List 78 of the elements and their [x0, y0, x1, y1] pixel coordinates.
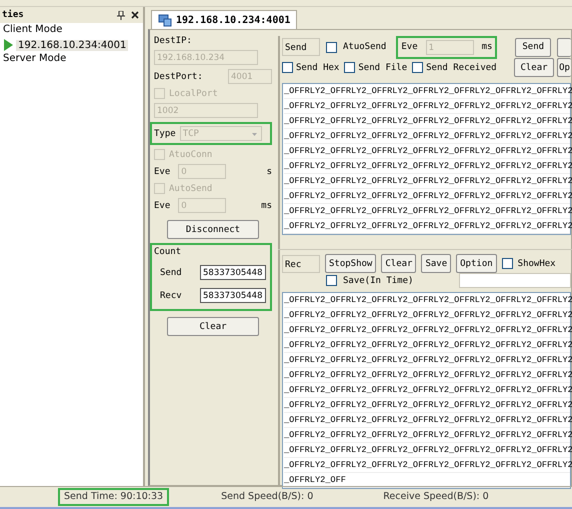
data-line: _OFFRLY2_OFFRLY2_OFFRLY2_OFFRLY2_OFFRLY2_OFFRLY2_OFFRLY2: [284, 458, 570, 473]
data-line: _OFFRLY2_OFFRLY2_OFFRLY2_OFFRLY2_OFFRLY2_OFFRLY2_OFFRLY2: [284, 189, 570, 204]
network-icon: [158, 14, 172, 26]
input-field[interactable]: 58337305448: [200, 265, 266, 280]
status-text: Send Time: 90:10:33: [58, 488, 170, 506]
send-button[interactable]: Send: [515, 38, 551, 56]
data-line: _OFFRLY2_OFFRLY2_OFFRLY2_OFFRLY2_OFFRLY2_OFFRLY2_OFFRLY2: [284, 413, 570, 428]
tree-item[interactable]: 192.168.10.234:4001: [16, 40, 128, 50]
toolbar-button[interactable]: Option: [456, 254, 497, 273]
field-label: Recv: [160, 290, 182, 300]
data-line: _OFFRLY2_OFFRLY2_OFFRLY2_OFFRLY2_OFFRLY2_OFFRLY2_OFFRLY2: [284, 174, 570, 189]
disconnect-button[interactable]: Disconnect: [167, 220, 259, 239]
checkbox-label: AutoSend: [169, 184, 212, 194]
data-line: _OFFRLY2_OFFRLY2_OFFRLY2_OFFRLY2_OFFRLY2_OFFRLY2_OFFRLY2: [284, 293, 570, 308]
open-button[interactable]: Op: [557, 58, 571, 77]
data-line: _OFFRLY2_OFFRLY2_OFFRLY2_OFFRLY2_OFFRLY2_OFFRLY2_OFFRLY2: [284, 114, 570, 129]
connection-tab[interactable]: 192.168.10.234:4001: [151, 10, 298, 29]
checkbox[interactable]: [344, 62, 356, 73]
data-line: _OFFRLY2_OFFRLY2_OFFRLY2_OFFRLY2_OFFRLY2_OFFRLY2_OFFRLY2: [284, 84, 570, 99]
checkbox-label: Send Hex: [296, 62, 340, 72]
close-icon[interactable]: [131, 11, 139, 19]
checkbox-label: AtuoConn: [169, 150, 212, 160]
unit-label: ms: [261, 200, 272, 210]
checkbox-label: ShowHex: [518, 258, 556, 268]
clear-button[interactable]: Clear: [167, 317, 259, 336]
mode-label: Send: [282, 38, 320, 56]
data-line: _OFFRLY2_OFFRLY2_OFFRLY2_OFFRLY2_OFFRLY2_OFFRLY2_OFFRLY2: [284, 219, 570, 234]
data-line: _OFFRLY2_OFFRLY2_OFFRLY2_OFFRLY2_OFFRLY2_OFFRLY2_OFFRLY2: [284, 443, 570, 458]
field-label: Type: [154, 128, 176, 138]
checkbox[interactable]: [282, 62, 293, 73]
toolbar-button[interactable]: Save: [421, 254, 452, 273]
status-text: Receive Speed(B/S): 0: [382, 490, 490, 504]
data-line: _OFFRLY2_OFFRLY2_OFFRLY2_OFFRLY2_OFFRLY2_OFFRLY2_OFFRLY2: [284, 398, 570, 413]
unit-label: s: [266, 166, 272, 176]
data-line: _OFFRLY2_OFFRLY2_OFFRLY2_OFFRLY2_OFFRLY2_OFFRLY2_OFFRLY2: [284, 353, 570, 368]
data-line: _OFFRLY2_OFFRLY2_OFFRLY2_OFFRLY2_OFFRLY2_OFFRLY2_OFFRLY2: [284, 99, 570, 114]
data-line: _OFFRLY2_OFFRLY2_OFFRLY2_OFFRLY2_OFFRLY2_OFFRLY2_OFFRLY2: [284, 159, 570, 174]
status-text: Send Speed(B/S): 0: [220, 490, 314, 504]
checkbox-label: Save(In Time): [343, 276, 414, 286]
input-field[interactable]: [459, 273, 571, 288]
play-icon: [4, 39, 13, 51]
checkbox-label: AtuoSend: [343, 42, 386, 52]
field-label: Eve: [401, 42, 418, 52]
mode-label: Rec: [282, 254, 320, 272]
field-label: Send: [160, 268, 182, 278]
field-label: Eve: [154, 200, 170, 210]
data-line: _OFFRLY2_OFFRLY2_OFFRLY2_OFFRLY2_OFFRLY2_OFFRLY2_OFFRLY2: [284, 428, 570, 443]
checkbox-label: LocalPort: [169, 88, 218, 98]
tree-item[interactable]: Client Mode: [0, 23, 143, 38]
checkbox[interactable]: [502, 258, 513, 269]
data-line: _OFFRLY2_OFFRLY2_OFFRLY2_OFFRLY2_OFFRLY2_OFFRLY2_OFFRLY2: [284, 338, 570, 353]
pin-icon[interactable]: [117, 10, 125, 20]
tree-item[interactable]: Server Mode: [0, 52, 143, 67]
data-line: _OFFRLY2_OFFRLY2_OFFRLY2_OFFRLY2_OFFRLY2_OFFRLY2_OFFRLY2: [284, 383, 570, 398]
data-line: _OFFRLY2_OFFRLY2_OFFRLY2_OFFRLY2_OFFRLY2_OFFRLY2_OFFRLY2: [284, 144, 570, 159]
panel-title: ties: [2, 10, 25, 20]
button-edge: [557, 38, 571, 56]
field-label: DestIP:: [154, 36, 193, 46]
data-line: _OFFRLY2_OFFRLY2_OFFRLY2_OFFRLY2_OFFRLY2_OFFRLY2_OFFRLY2: [284, 323, 570, 338]
checkbox[interactable]: [326, 42, 337, 52]
clear-button[interactable]: Clear: [514, 58, 554, 77]
field-label: DestPort:: [154, 72, 203, 82]
send-text-area[interactable]: [282, 83, 571, 235]
checkbox[interactable]: [412, 62, 424, 73]
data-line: _OFFRLY2_OFF: [284, 473, 570, 488]
toolbar-button[interactable]: Clear: [381, 254, 416, 273]
data-line: _OFFRLY2_OFFRLY2_OFFRLY2_OFFRLY2_OFFRLY2_OFFRLY2_OFFRLY2: [284, 308, 570, 323]
unit-label: ms: [482, 42, 492, 52]
field-label: Eve: [154, 166, 170, 176]
data-line: _OFFRLY2_OFFRLY2_OFFRLY2_OFFRLY2_OFFRLY2_OFFRLY2_OFFRLY2: [284, 129, 570, 144]
data-line: _OFFRLY2_OFFRLY2_OFFRLY2_OFFRLY2_OFFRLY2_OFFRLY2_OFFRLY2: [284, 368, 570, 383]
checkbox-label: Send File: [358, 62, 408, 72]
input-field[interactable]: 58337305448: [200, 288, 266, 303]
group-title: Count: [154, 247, 182, 257]
checkbox[interactable]: [326, 275, 337, 286]
checkbox-label: Send Received: [426, 62, 497, 72]
toolbar-button[interactable]: StopShow: [325, 254, 376, 273]
data-line: _OFFRLY2_OFFRLY2_OFFRLY2_OFFRLY2_OFFRLY2_OFFRLY2_OFFRLY2: [284, 204, 570, 219]
